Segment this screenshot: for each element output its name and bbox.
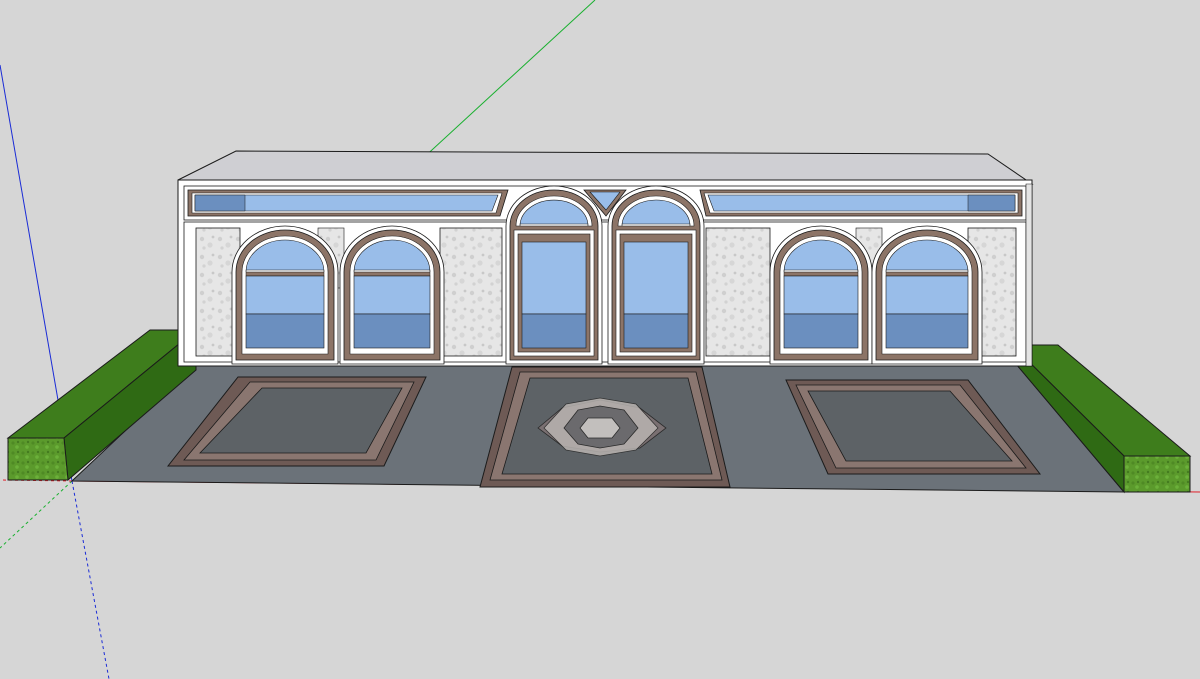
roof-slab[interactable] <box>177 150 1034 185</box>
window-glass-lower <box>783 313 859 349</box>
center-door-center-right[interactable] <box>607 185 705 365</box>
window-glass-lower <box>353 313 431 349</box>
transom-band <box>183 185 1027 221</box>
door-glass-lower <box>521 313 587 349</box>
window-glass-lower <box>885 313 969 349</box>
window-glass-lower <box>245 313 325 349</box>
door-glass-lower <box>623 313 689 349</box>
arched-window-right-1[interactable] <box>769 225 873 365</box>
window-glass-upper <box>245 275 325 315</box>
door-glass-upper <box>521 241 587 315</box>
hedge-left-front <box>7 437 69 481</box>
floor-tile-center[interactable] <box>479 366 731 488</box>
center-door-center-left[interactable] <box>505 185 603 365</box>
hedge-right-front <box>1123 455 1191 493</box>
window-glass-upper <box>783 275 859 315</box>
blue-axis-dashed <box>71 480 110 679</box>
arched-window-right-2[interactable] <box>871 225 983 365</box>
floor-group[interactable] <box>70 363 1126 493</box>
facade-right-edge <box>1025 183 1033 367</box>
green-axis-dashed <box>0 480 73 549</box>
arched-window-left-1[interactable] <box>231 225 339 365</box>
door-glass-upper <box>623 241 689 315</box>
window-glass-upper <box>885 275 969 315</box>
window-glass-upper <box>353 275 431 315</box>
arched-window-left-2[interactable] <box>339 225 445 365</box>
scene-canvas[interactable] <box>0 0 1200 679</box>
3d-viewport[interactable] <box>0 0 1200 679</box>
building[interactable] <box>177 150 1034 367</box>
